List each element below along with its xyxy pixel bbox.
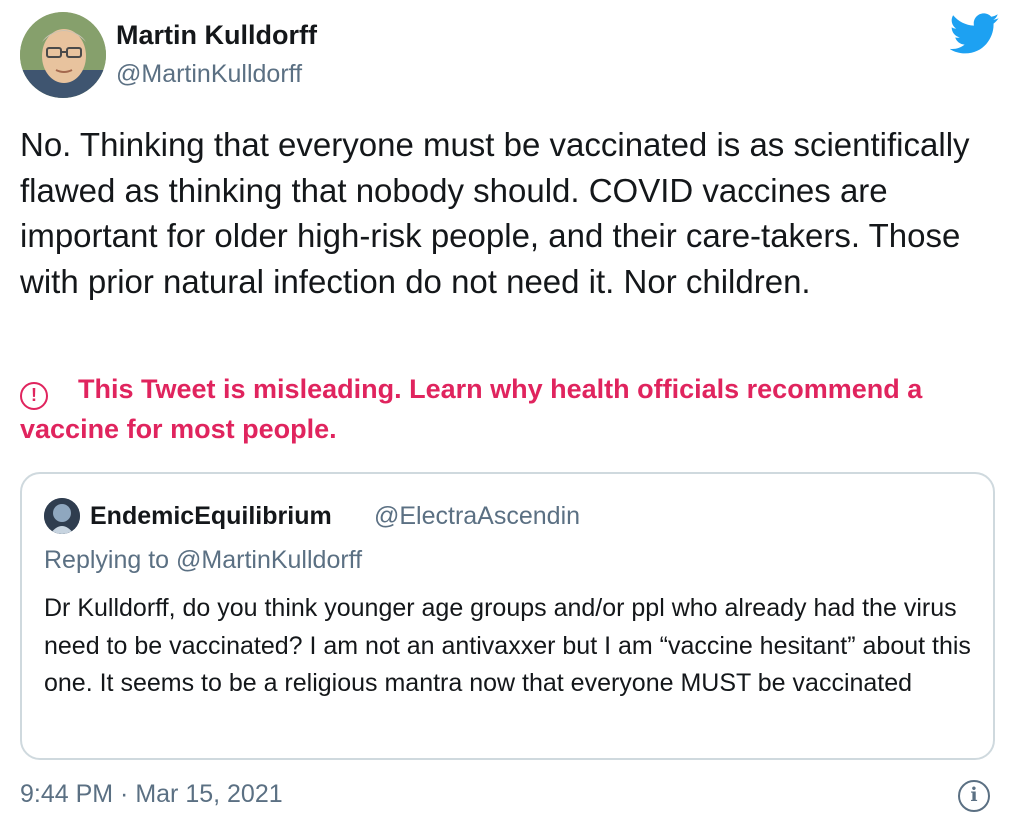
tweet-timestamp[interactable]: 9:44 PM · Mar 15, 2021 <box>20 780 283 809</box>
author-avatar[interactable] <box>20 12 106 98</box>
quoted-tweet-text: Dr Kulldorff, do you think younger age g… <box>44 594 971 697</box>
twitter-bird-icon[interactable] <box>949 12 1000 56</box>
info-icon[interactable]: i <box>958 780 990 812</box>
tweet-text: No. Thinking that everyone must be vacci… <box>20 126 970 300</box>
replying-to: Replying to @MartinKulldorff <box>44 546 363 574</box>
quoted-tweet-card[interactable]: EndemicEquilibrium @ElectraAscendin Repl… <box>20 472 995 760</box>
quoted-author-name: EndemicEquilibrium <box>90 502 332 530</box>
quoted-author-avatar <box>44 498 80 534</box>
misleading-notice: ! This Tweet is misleading. Learn why hea… <box>20 370 1005 449</box>
author-name[interactable]: Martin Kulldorff <box>116 20 317 51</box>
quoted-author-handle: @ElectraAscendin <box>374 502 581 530</box>
author-handle[interactable]: @MartinKulldorff <box>116 60 302 89</box>
exclamation-circle-icon: ! <box>20 382 48 410</box>
misleading-notice-link[interactable]: This Tweet is misleading. Learn why heal… <box>20 374 922 444</box>
